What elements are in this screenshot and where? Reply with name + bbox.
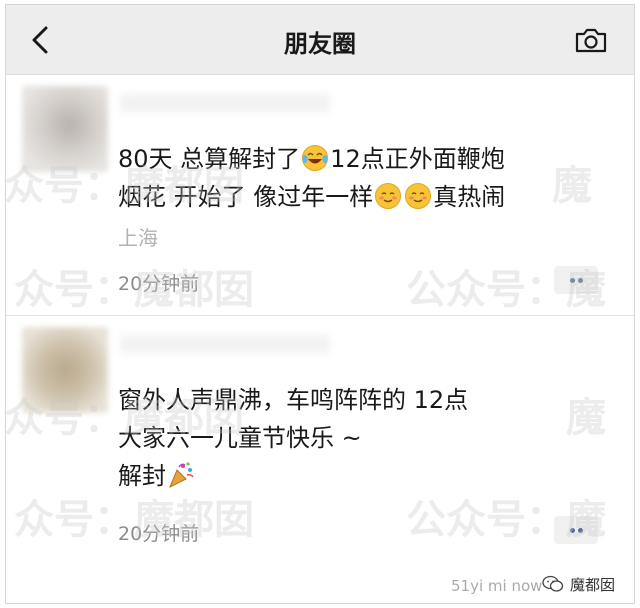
moment-post: 80天 总算解封了 12点正外面鞭炮 烟花 开始了 像过年一样 真热闹 上海 2… bbox=[6, 76, 634, 316]
account-badge: 魔都囡 bbox=[542, 571, 618, 597]
post-text: 窗外人声鼎沸，车鸣阵阵的 12点 大家六一儿童节快乐 ~ 解封 bbox=[118, 381, 468, 495]
camera-icon bbox=[575, 28, 607, 53]
more-actions-button[interactable] bbox=[554, 266, 598, 294]
moments-screen: 朋友圈 80天 总算解封了 12点正外面鞭炮 烟花 开始了 像过年一样 真热闹 … bbox=[5, 4, 635, 604]
page-title: 朋友圈 bbox=[284, 30, 356, 58]
blushing-smile-emoji-icon bbox=[405, 183, 432, 209]
post-text: 80天 总算解封了 12点正外面鞭炮 烟花 开始了 像过年一样 真热闹 bbox=[118, 140, 505, 216]
post-text-line: 12点正外面鞭炮 bbox=[330, 145, 505, 173]
footer-watermark-url: 51yi mi now bbox=[451, 577, 543, 595]
nickname-blurred[interactable] bbox=[120, 94, 330, 112]
dot-icon bbox=[570, 278, 575, 283]
wechat-logo-icon bbox=[542, 575, 564, 592]
dot-icon bbox=[578, 528, 583, 533]
post-text-line: 大家六一儿童节快乐 ~ bbox=[118, 424, 362, 452]
party-popper-emoji-icon bbox=[169, 462, 194, 489]
post-text-line: 真热闹 bbox=[433, 183, 506, 211]
more-actions-button[interactable] bbox=[554, 516, 598, 544]
laughing-tears-emoji-icon bbox=[302, 145, 329, 171]
avatar[interactable] bbox=[22, 327, 108, 413]
post-location[interactable]: 上海 bbox=[118, 222, 158, 251]
post-text-line: 解封 bbox=[118, 462, 166, 490]
post-text-line: 烟花 开始了 像过年一样 bbox=[118, 183, 374, 211]
post-text-line: 80天 总算解封了 bbox=[118, 145, 301, 173]
post-timestamp: 20分钟前 bbox=[118, 273, 200, 295]
moment-post: 窗外人声鼎沸，车鸣阵阵的 12点 大家六一儿童节快乐 ~ 解封 20分钟前 bbox=[6, 317, 634, 603]
blushing-smile-emoji-icon bbox=[375, 183, 402, 209]
dot-icon bbox=[570, 528, 575, 533]
nav-bar: 朋友圈 bbox=[6, 5, 634, 75]
post-text-line: 窗外人声鼎沸，车鸣阵阵的 12点 bbox=[118, 386, 469, 414]
post-timestamp: 20分钟前 bbox=[118, 523, 200, 545]
dot-icon bbox=[578, 278, 583, 283]
camera-button[interactable] bbox=[574, 25, 608, 55]
badge-label: 魔都囡 bbox=[568, 573, 618, 595]
nickname-blurred[interactable] bbox=[120, 335, 330, 353]
avatar[interactable] bbox=[22, 86, 108, 172]
